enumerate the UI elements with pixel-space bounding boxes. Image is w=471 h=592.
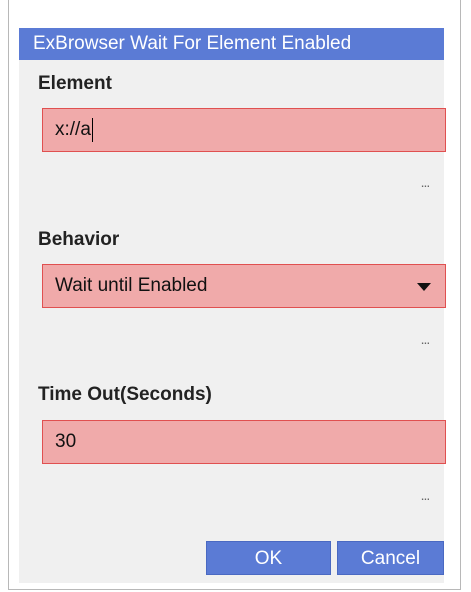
timeout-more-button[interactable]: ... [417,488,433,502]
element-label: Element [38,73,112,94]
element-input-value: x://a [55,119,91,140]
behavior-select[interactable]: Wait until Enabled [42,264,446,308]
dropdown-arrow-icon[interactable] [417,283,431,291]
timeout-input[interactable]: 30 [42,420,446,464]
behavior-select-value: Wait until Enabled [55,275,208,296]
timeout-input-value: 30 [55,431,77,452]
element-input[interactable]: x://a [42,108,446,152]
behavior-label: Behavior [38,229,120,250]
ok-button[interactable]: OK [206,541,331,575]
behavior-more-button[interactable]: ... [417,332,433,346]
wait-for-element-dialog: ExBrowser Wait For Element Enabled Eleme… [19,28,446,583]
dialog-title: ExBrowser Wait For Element Enabled [19,28,444,60]
timeout-label: Time Out(Seconds) [38,384,212,405]
cancel-button[interactable]: Cancel [337,541,444,575]
text-caret [91,117,93,142]
element-more-button[interactable]: ... [417,175,433,189]
